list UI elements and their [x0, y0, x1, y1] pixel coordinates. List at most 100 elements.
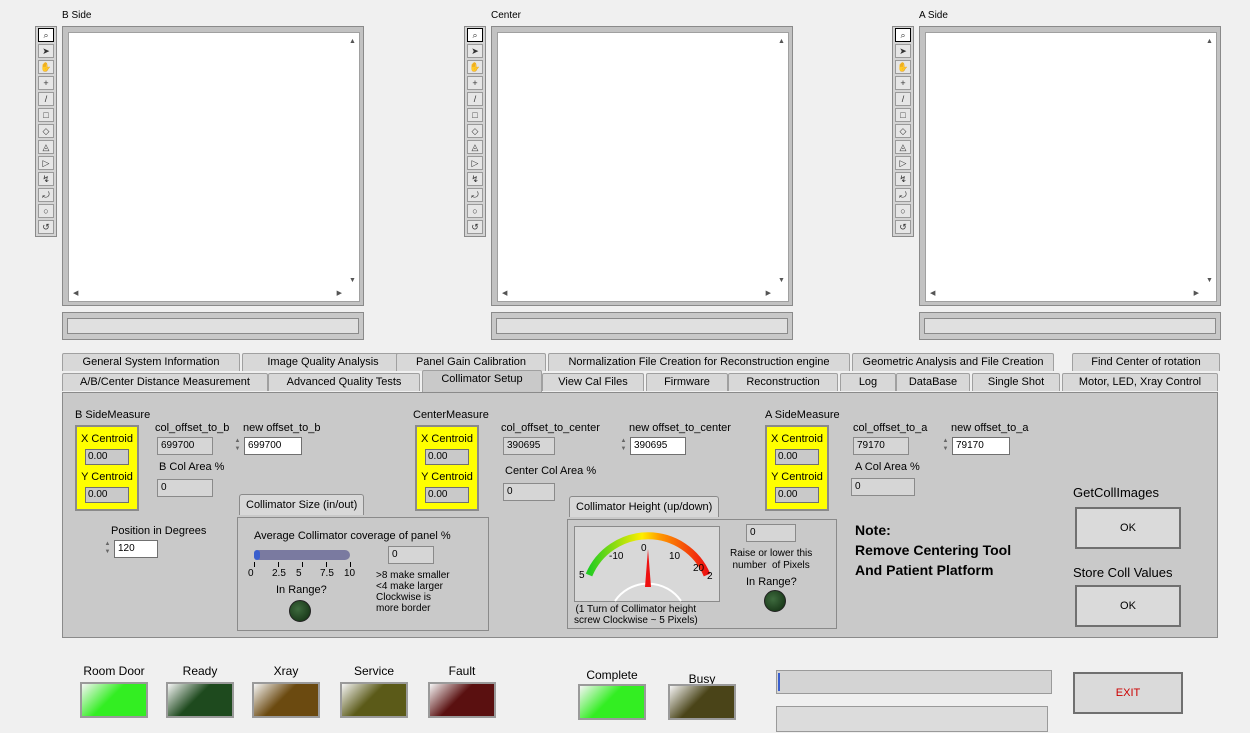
tab-row2-5[interactable]: Reconstruction	[728, 373, 838, 391]
freeline-icon[interactable]: ⤾	[38, 188, 54, 202]
line-icon[interactable]: /	[895, 92, 911, 106]
tab-row2-9[interactable]: Motor, LED, Xray Control	[1062, 373, 1218, 391]
vertical-scrollbar[interactable]: ▲ ▼	[1203, 34, 1215, 286]
scroll-left-icon[interactable]: ◀	[930, 289, 935, 297]
position-input[interactable]: 120	[114, 540, 158, 558]
spiral-icon[interactable]: ↺	[895, 220, 911, 234]
scroll-left-icon[interactable]: ◀	[502, 289, 507, 297]
scroll-up-icon[interactable]: ▲	[778, 38, 785, 45]
line-icon[interactable]: /	[38, 92, 54, 106]
position-spinner[interactable]: ▲ ▼	[103, 540, 112, 558]
annulus-icon[interactable]: ◬	[38, 140, 54, 154]
vertical-scrollbar[interactable]: ▲ ▼	[775, 34, 787, 286]
freeline-icon[interactable]: ⤾	[467, 188, 483, 202]
tab-row1-2[interactable]: Panel Gain Calibration	[396, 353, 546, 371]
scroll-right-icon[interactable]: ▶	[337, 289, 342, 297]
center-new-offset-input[interactable]: 390695	[630, 437, 686, 455]
tab-row2-1[interactable]: Advanced Quality Tests	[268, 373, 420, 391]
tab-row2-6[interactable]: Log	[840, 373, 896, 391]
collimator-setup-panel: B SideMeasure X Centroid 0.00 Y Centroid…	[62, 392, 1218, 638]
crosshair-icon[interactable]: +	[895, 76, 911, 90]
freehand-icon[interactable]: ↯	[38, 172, 54, 186]
tab-row2-2[interactable]: Collimator Setup	[422, 370, 542, 393]
note-line-2: Remove Centering Tool	[855, 542, 1012, 558]
gauge-tick-label: -10	[609, 551, 624, 562]
rectangle-icon[interactable]: □	[895, 108, 911, 122]
image-display[interactable]: ▲ ▼ ◀ ▶	[62, 26, 364, 306]
oval-icon[interactable]: ○	[38, 204, 54, 218]
polygon-icon[interactable]: ▷	[467, 156, 483, 170]
tab-row2-7[interactable]: DataBase	[896, 373, 970, 391]
get-images-button[interactable]: OK	[1075, 507, 1181, 549]
scroll-up-icon[interactable]: ▲	[1206, 38, 1213, 45]
scroll-down-icon[interactable]: ▼	[349, 277, 356, 284]
crosshair-icon[interactable]: +	[467, 76, 483, 90]
polygon-icon[interactable]: ▷	[895, 156, 911, 170]
hand-icon[interactable]: ✋	[38, 60, 54, 74]
annulus-icon[interactable]: ◬	[467, 140, 483, 154]
freehand-icon[interactable]: ↯	[895, 172, 911, 186]
image-panel-label: B Side	[62, 10, 92, 21]
magnifier-icon[interactable]: ⌕	[467, 28, 483, 42]
scroll-left-icon[interactable]: ◀	[73, 289, 78, 297]
image-canvas[interactable]: ▲ ▼ ◀ ▶	[497, 32, 789, 302]
rotated-rect-icon[interactable]: ◇	[38, 124, 54, 138]
tab-row2-4[interactable]: Firmware	[646, 373, 728, 391]
line-icon[interactable]: /	[467, 92, 483, 106]
image-canvas[interactable]: ▲ ▼ ◀ ▶	[925, 32, 1217, 302]
rotated-rect-icon[interactable]: ◇	[467, 124, 483, 138]
gauge-tick-label: 0	[641, 543, 647, 554]
horizontal-scrollbar[interactable]: ◀ ▶	[499, 286, 774, 300]
rectangle-icon[interactable]: □	[467, 108, 483, 122]
tab-row2-0[interactable]: A/B/Center Distance Measurement	[62, 373, 268, 391]
horizontal-scrollbar[interactable]: ◀ ▶	[927, 286, 1202, 300]
scroll-down-icon[interactable]: ▼	[1206, 277, 1213, 284]
status-text-box	[776, 706, 1048, 732]
tab-row1-4[interactable]: Geometric Analysis and File Creation	[852, 353, 1054, 371]
height-gauge-svg: 5 -10 0 10 202	[579, 532, 713, 602]
arrow-icon[interactable]: ➤	[895, 44, 911, 58]
oval-icon[interactable]: ○	[895, 204, 911, 218]
spiral-icon[interactable]: ↺	[467, 220, 483, 234]
aside-new-offset-input[interactable]: 79170	[952, 437, 1010, 455]
scroll-right-icon[interactable]: ▶	[766, 289, 771, 297]
hand-icon[interactable]: ✋	[895, 60, 911, 74]
annulus-icon[interactable]: ◬	[895, 140, 911, 154]
oval-icon[interactable]: ○	[467, 204, 483, 218]
tab-row1-0[interactable]: General System Information	[62, 353, 240, 371]
bside-area-value: 0	[157, 479, 213, 497]
image-display[interactable]: ▲ ▼ ◀ ▶	[919, 26, 1221, 306]
rectangle-icon[interactable]: □	[38, 108, 54, 122]
horizontal-scrollbar[interactable]: ◀ ▶	[70, 286, 345, 300]
arrow-icon[interactable]: ➤	[467, 44, 483, 58]
scroll-right-icon[interactable]: ▶	[1194, 289, 1199, 297]
vertical-scrollbar[interactable]: ▲ ▼	[346, 34, 358, 286]
hand-icon[interactable]: ✋	[467, 60, 483, 74]
crosshair-icon[interactable]: +	[38, 76, 54, 90]
tab-row1-3[interactable]: Normalization File Creation for Reconstr…	[548, 353, 850, 371]
tab-row1-1[interactable]: Image Quality Analysis	[242, 353, 404, 371]
freehand-icon[interactable]: ↯	[467, 172, 483, 186]
aside-new-offset-spinner[interactable]: ▲ ▼	[941, 437, 950, 455]
tab-row2-8[interactable]: Single Shot	[972, 373, 1060, 391]
bside-new-offset-spinner[interactable]: ▲ ▼	[233, 437, 242, 455]
scroll-down-icon[interactable]: ▼	[778, 277, 785, 284]
polygon-icon[interactable]: ▷	[38, 156, 54, 170]
tab-row1-5[interactable]: Find Center of rotation	[1072, 353, 1220, 371]
spiral-icon[interactable]: ↺	[38, 220, 54, 234]
image-canvas[interactable]: ▲ ▼ ◀ ▶	[68, 32, 360, 302]
status-led	[340, 682, 408, 718]
image-display[interactable]: ▲ ▼ ◀ ▶	[491, 26, 793, 306]
rotated-rect-icon[interactable]: ◇	[895, 124, 911, 138]
arrow-icon[interactable]: ➤	[38, 44, 54, 58]
freeline-icon[interactable]: ⤾	[895, 188, 911, 202]
store-values-button[interactable]: OK	[1075, 585, 1181, 627]
exit-button[interactable]: EXIT	[1073, 672, 1183, 714]
scroll-up-icon[interactable]: ▲	[349, 38, 356, 45]
center-new-offset-spinner[interactable]: ▲ ▼	[619, 437, 628, 455]
tab-row2-3[interactable]: View Cal Files	[542, 373, 644, 391]
bside-new-offset-input[interactable]: 699700	[244, 437, 302, 455]
size-in-range-led	[289, 600, 311, 622]
magnifier-icon[interactable]: ⌕	[38, 28, 54, 42]
magnifier-icon[interactable]: ⌕	[895, 28, 911, 42]
